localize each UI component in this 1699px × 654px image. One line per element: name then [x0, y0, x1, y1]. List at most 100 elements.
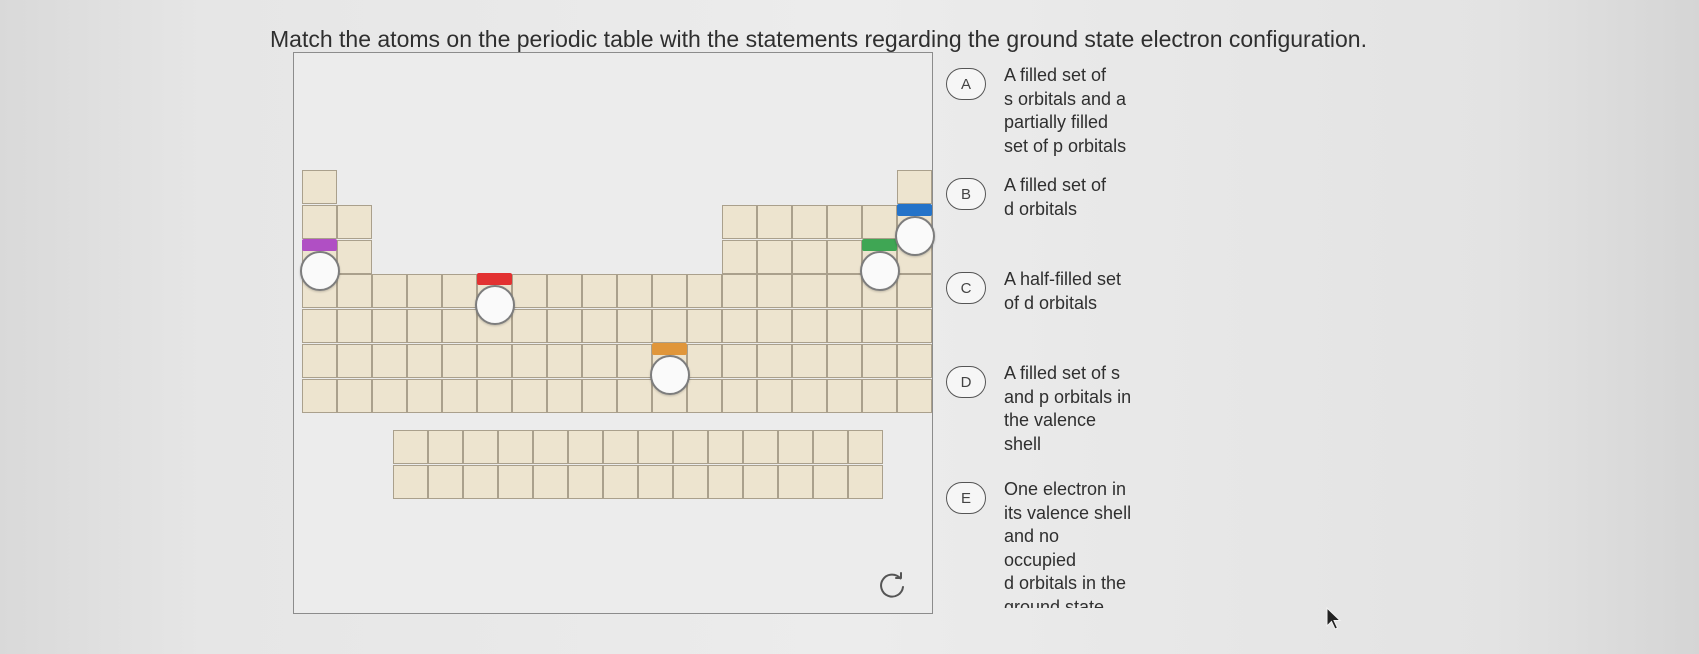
option-b-badge[interactable]: B: [946, 178, 986, 210]
element-cell: [757, 344, 792, 378]
option-e-text: One electron in its valence shell and no…: [1004, 479, 1132, 608]
element-cell: [827, 274, 862, 309]
element-cell: [442, 274, 477, 309]
element-cell: [603, 430, 638, 464]
element-cell: [757, 274, 792, 309]
purple-marker: [302, 238, 337, 251]
element-cell: [442, 344, 477, 378]
element-cell: [792, 309, 827, 344]
element-cell: [393, 464, 428, 499]
element-cell: [428, 430, 463, 464]
element-cell: [757, 204, 792, 239]
drop-target[interactable]: [860, 250, 900, 291]
element-cell: [428, 464, 463, 499]
element-cell: [498, 464, 533, 499]
green-marker: [862, 238, 897, 251]
element-cell: [792, 204, 827, 239]
option-a-badge[interactable]: A: [946, 68, 986, 100]
element-cell: [512, 344, 547, 378]
blue-marker: [897, 203, 932, 216]
element-cell: [302, 309, 337, 344]
element-cell: [827, 309, 862, 344]
element-cell: [638, 464, 673, 499]
element-cell: [372, 274, 407, 309]
element-cell: [442, 309, 477, 344]
element-cell: [778, 464, 813, 499]
element-cell: [827, 239, 862, 274]
element-cell: [652, 309, 687, 344]
element-cell: [603, 464, 638, 499]
element-cell: [337, 344, 372, 378]
element-cell: [337, 309, 372, 344]
element-cell: [897, 274, 932, 309]
element-cell: [897, 344, 932, 378]
element-cell: [792, 274, 827, 309]
element-cell: [337, 274, 372, 309]
element-cell: [778, 430, 813, 464]
element-cell: [302, 170, 337, 204]
option-e-badge[interactable]: E: [946, 482, 986, 514]
element-cell: [897, 309, 932, 344]
question-text: Match the atoms on the periodic table wi…: [270, 26, 1367, 52]
element-cell: [407, 309, 442, 344]
element-cell: [897, 170, 932, 204]
element-cell: [512, 274, 547, 309]
element-cell: [757, 378, 792, 413]
element-cell: [512, 378, 547, 413]
element-cell: [617, 344, 652, 378]
element-cell: [512, 309, 547, 344]
element-cell: [673, 464, 708, 499]
element-cell: [813, 464, 848, 499]
element-cell: [722, 344, 757, 378]
element-cell: [722, 309, 757, 344]
element-cell: [407, 274, 442, 309]
element-cell: [862, 309, 897, 344]
element-cell: [617, 309, 652, 344]
drop-target[interactable]: [650, 355, 690, 395]
element-cell: [757, 309, 792, 344]
element-cell: [337, 378, 372, 413]
periodic-table-board: [293, 52, 935, 614]
element-cell: [862, 344, 897, 378]
element-cell: [533, 430, 568, 464]
element-cell: [708, 430, 743, 464]
element-cell: [848, 464, 883, 499]
option-c-badge[interactable]: C: [946, 272, 986, 304]
element-cell: [372, 309, 407, 344]
element-cell: [407, 344, 442, 378]
element-cell: [687, 309, 722, 344]
element-cell: [302, 378, 337, 413]
element-cell: [568, 464, 603, 499]
element-cell: [547, 344, 582, 378]
element-cell: [498, 430, 533, 464]
drop-target[interactable]: [300, 250, 340, 291]
element-cell: [582, 274, 617, 309]
option-d-badge[interactable]: D: [946, 366, 986, 398]
element-cell: [848, 430, 883, 464]
option-c-text: A half-filled set of d orbitals: [1004, 269, 1122, 313]
element-cell: [722, 378, 757, 413]
element-cell: [827, 204, 862, 239]
element-cell: [302, 204, 337, 239]
element-cell: [743, 464, 778, 499]
drop-target[interactable]: [895, 215, 935, 256]
element-cell: [393, 430, 428, 464]
element-cell: [687, 274, 722, 309]
element-cell: [792, 239, 827, 274]
reset-icon[interactable]: [876, 570, 908, 602]
element-cell: [617, 274, 652, 309]
element-cell: [792, 378, 827, 413]
mouse-cursor-icon: [1326, 607, 1342, 630]
element-cell: [477, 344, 512, 378]
element-cell: [792, 344, 827, 378]
element-cell: [862, 378, 897, 413]
element-cell: [337, 239, 372, 274]
element-cell: [582, 344, 617, 378]
element-cell: [302, 344, 337, 378]
element-cell: [582, 309, 617, 344]
element-cell: [708, 464, 743, 499]
orange-marker: [652, 343, 687, 355]
element-cell: [673, 430, 708, 464]
element-cell: [463, 464, 498, 499]
element-cell: [757, 239, 792, 274]
